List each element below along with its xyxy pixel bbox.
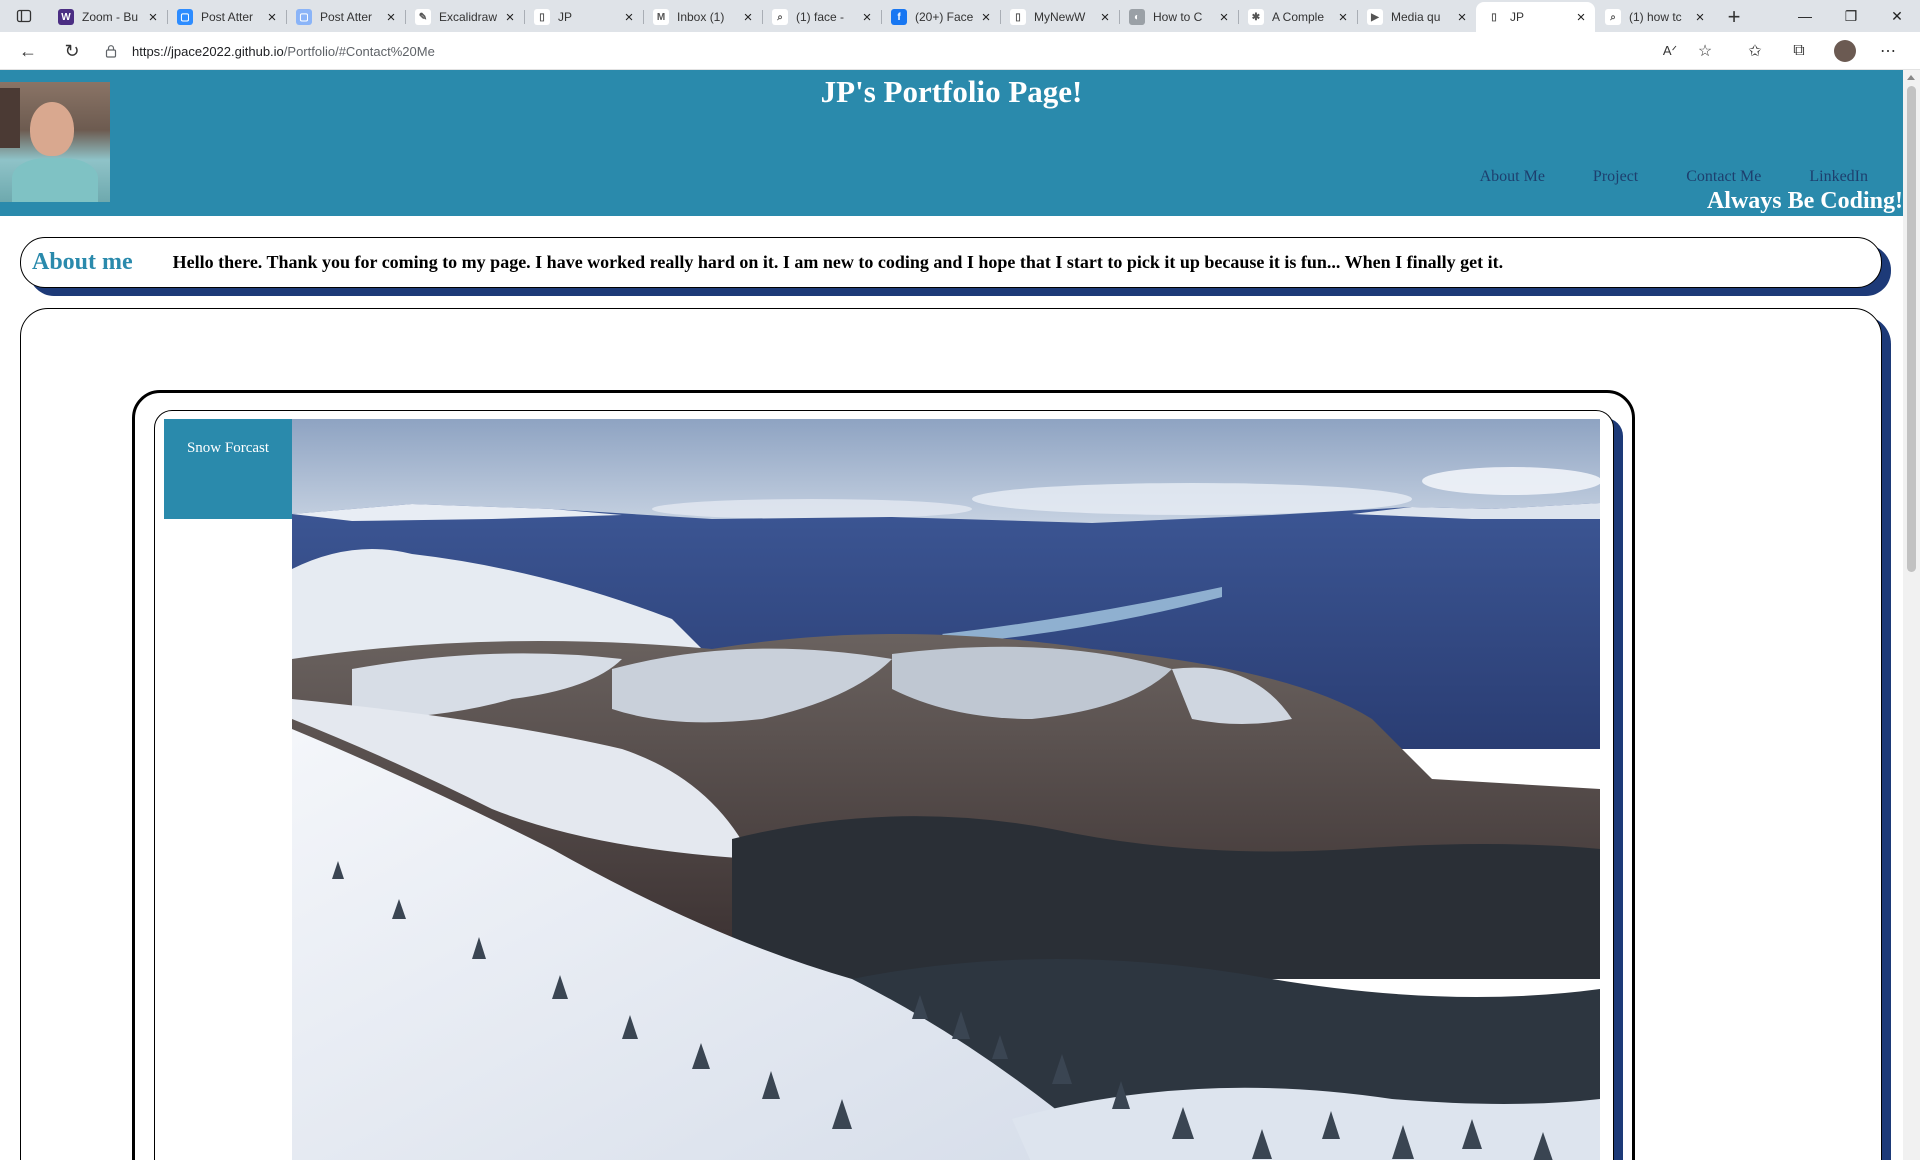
restore-button[interactable]: ❐ <box>1828 0 1874 32</box>
vertical-scrollbar[interactable] <box>1903 70 1920 1160</box>
browser-tab-bar: W Zoom - Bu × ▢ Post Atter × ▢ Post Atter × ✎ Exca… <box>0 0 1920 32</box>
university-w-icon: W <box>58 9 74 25</box>
add-favorite-star-icon[interactable]: ☆ <box>1690 37 1720 65</box>
browser-tab[interactable]: f (20+) Face × <box>881 2 1000 32</box>
browser-tab[interactable]: M Inbox (1) × <box>643 2 762 32</box>
more-options-icon[interactable]: ⋯ <box>1873 37 1903 65</box>
browser-tab-title: (1) face - <box>796 10 845 24</box>
about-section: About me Hello there. Thank you for comi… <box>20 237 1882 288</box>
close-tab-icon[interactable]: × <box>383 9 399 26</box>
project-card: Snow Forcast <box>154 410 1614 1160</box>
browser-tab[interactable]: ✎ Excalidraw × <box>405 2 524 32</box>
project-card-frame: Snow Forcast <box>132 390 1635 1160</box>
back-arrow-icon[interactable]: ← <box>12 36 44 66</box>
close-tab-icon[interactable]: × <box>740 9 756 26</box>
read-aloud-icon[interactable]: Aᐟ <box>1655 37 1685 65</box>
close-tab-icon[interactable]: × <box>264 9 280 26</box>
search-icon: ⌕ <box>772 9 788 25</box>
nav-link-project[interactable]: Project <box>1593 168 1638 186</box>
project-title[interactable]: Snow Forcast <box>164 419 292 519</box>
collections-icon[interactable]: ⧉ <box>1784 37 1814 65</box>
url-text: https://jpace2022.github.io/Portfolio/#C… <box>132 43 435 59</box>
browser-tab-title: JP <box>558 10 573 24</box>
media-icon: ▶ <box>1367 9 1383 25</box>
page-viewport: JP's Portfolio Page! About Me Project Co… <box>0 70 1903 1160</box>
globe-icon: ◐ <box>1129 9 1145 25</box>
browser-tab-title: Media qu <box>1391 10 1441 24</box>
close-tab-icon[interactable]: × <box>859 9 875 26</box>
refresh-icon[interactable]: ↻ <box>56 36 88 66</box>
close-tab-icon[interactable]: × <box>1335 9 1351 26</box>
favorites-icon[interactable]: ✩ <box>1740 37 1770 65</box>
browser-tab[interactable]: ▢ Post Atter × <box>167 2 286 32</box>
close-window-button[interactable]: ✕ <box>1874 0 1920 32</box>
address-bar[interactable]: https://jpace2022.github.io/Portfolio/#C… <box>104 37 1704 65</box>
nav-link-about-me[interactable]: About Me <box>1480 168 1545 186</box>
page-icon: ▯ <box>1010 9 1026 25</box>
lock-icon[interactable] <box>104 44 118 58</box>
new-tab-button[interactable]: + <box>1714 2 1754 32</box>
nav-link-linkedin[interactable]: LinkedIn <box>1809 168 1868 186</box>
browser-tab-title: Zoom - Bu <box>82 10 139 24</box>
browser-tab[interactable]: ▯ JP × <box>1476 2 1595 32</box>
browser-tab-title: How to C <box>1153 10 1203 24</box>
browser-tab-title: (1) how tc <box>1629 10 1682 24</box>
snow-mountain-image[interactable] <box>292 419 1600 1160</box>
close-tab-icon[interactable]: × <box>145 9 161 26</box>
nav-link-contact-me[interactable]: Contact Me <box>1686 168 1761 186</box>
site-header: JP's Portfolio Page! About Me Project Co… <box>0 70 1903 216</box>
browser-tab[interactable]: ▯ JP × <box>524 2 643 32</box>
zoom-icon: ▢ <box>296 9 312 25</box>
about-heading: About me <box>32 249 133 275</box>
profile-avatar[interactable] <box>1830 37 1860 65</box>
tagline: Always Be Coding! <box>1706 188 1903 214</box>
about-text: Hello there. Thank you for coming to my … <box>172 252 1504 272</box>
site-title: JP's Portfolio Page! <box>820 74 1083 109</box>
close-tab-icon[interactable]: × <box>1454 9 1470 26</box>
browser-tab[interactable]: ⌕ (1) how tc × <box>1595 2 1714 32</box>
close-tab-icon[interactable]: × <box>1097 9 1113 26</box>
browser-tab-title: Inbox (1) <box>677 10 725 24</box>
scroll-up-arrow-icon[interactable] <box>1907 75 1915 80</box>
close-tab-icon[interactable]: × <box>621 9 637 26</box>
browser-tab-title: Excalidraw <box>439 10 498 24</box>
browser-tab-title: Post Atter <box>201 10 254 24</box>
browser-tab[interactable]: ◐ How to C × <box>1119 2 1238 32</box>
minimize-button[interactable]: — <box>1782 0 1828 32</box>
browser-tab[interactable]: W Zoom - Bu × <box>48 2 167 32</box>
browser-tab-title: (20+) Face <box>915 10 974 24</box>
site-nav: About Me Project Contact Me LinkedIn <box>1480 168 1868 186</box>
search-icon: ⌕ <box>1605 9 1621 25</box>
browser-tab-title: Post Atter <box>320 10 373 24</box>
asterisk-icon: ✱ <box>1248 9 1264 25</box>
browser-tab-title: A Comple <box>1272 10 1325 24</box>
zoom-icon: ▢ <box>177 9 193 25</box>
close-tab-icon[interactable]: × <box>1692 9 1708 26</box>
page-icon: ▯ <box>1486 9 1502 25</box>
browser-tab[interactable]: ▢ Post Atter × <box>286 2 405 32</box>
tab-actions-menu-icon[interactable] <box>0 0 48 32</box>
page-icon: ▯ <box>534 9 550 25</box>
browser-tab-title: MyNewW <box>1034 10 1086 24</box>
close-tab-icon[interactable]: × <box>978 9 994 26</box>
gmail-icon: M <box>653 9 669 25</box>
projects-section: Snow Forcast <box>20 308 1882 1160</box>
facebook-icon: f <box>891 9 907 25</box>
close-tab-icon[interactable]: × <box>502 9 518 26</box>
browser-tab[interactable]: ▯ MyNewW × <box>1000 2 1119 32</box>
excalidraw-icon: ✎ <box>415 9 431 25</box>
browser-tab[interactable]: ▶ Media qu × <box>1357 2 1476 32</box>
scrollbar-thumb[interactable] <box>1907 86 1916 572</box>
browser-tab[interactable]: ⌕ (1) face - × <box>762 2 881 32</box>
close-tab-icon[interactable]: × <box>1573 9 1589 26</box>
browser-toolbar: ← ↻ https://jpace2022.github.io/Portfoli… <box>0 32 1920 70</box>
window-controls: — ❐ ✕ <box>1782 0 1920 32</box>
browser-tab[interactable]: ✱ A Comple × <box>1238 2 1357 32</box>
close-tab-icon[interactable]: × <box>1216 9 1232 26</box>
browser-tab-title: JP <box>1510 10 1525 24</box>
